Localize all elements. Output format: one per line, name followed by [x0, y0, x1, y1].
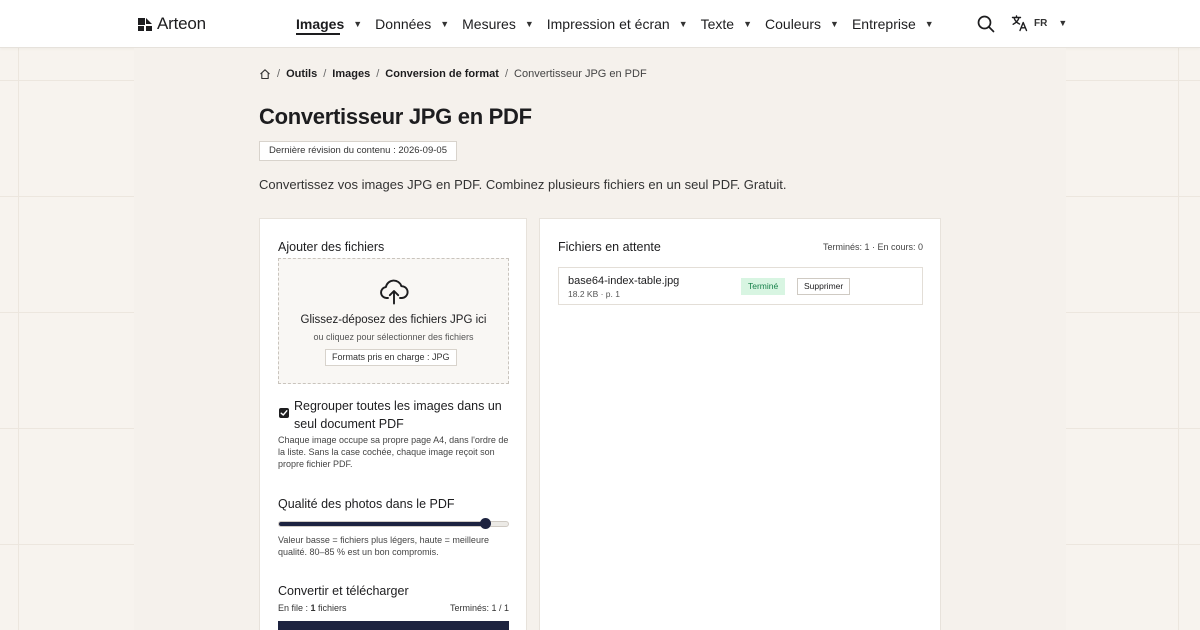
brand-logo[interactable]: Arteon — [137, 14, 206, 34]
breadcrumb-current: Convertisseur JPG en PDF — [514, 68, 647, 80]
page-intro: Convertissez vos images JPG en PDF. Comb… — [259, 177, 787, 192]
nav-label: Couleurs — [765, 16, 822, 32]
merge-pdf-help: Chaque image occupe sa propre page A4, d… — [278, 435, 509, 469]
convert-status: En file : 1 fichiers Terminés: 1 / 1 — [278, 603, 509, 613]
language-selector[interactable]: FR ▼ — [1011, 14, 1067, 32]
quality-slider-fill — [279, 522, 486, 526]
language-code: FR — [1034, 17, 1048, 29]
done-count: Terminés: 1 / 1 — [449, 603, 509, 613]
dropzone-title: Glissez-déposez des fichiers JPG ici — [300, 314, 487, 326]
nav-label: Texte — [700, 16, 735, 32]
file-meta: 18.2 KB · p. 1 — [568, 289, 620, 299]
quality-slider-thumb[interactable] — [480, 518, 492, 529]
convert-download-button[interactable] — [278, 621, 509, 630]
nav-label: Mesures — [462, 16, 516, 32]
queue-count-suffix: fichiers — [315, 603, 347, 613]
nav-item-donnees[interactable]: Données ▼ — [375, 0, 449, 48]
breadcrumb: / Outils / Images / Conversion de format… — [259, 68, 647, 80]
caret-down-icon: ▼ — [524, 19, 534, 29]
delete-file-button[interactable]: Supprimer — [797, 278, 851, 295]
dropzone-subtitle: ou cliquez pour sélectionner des fichier… — [313, 332, 474, 342]
brand-name: Arteon — [157, 14, 206, 33]
caret-down-icon: ▼ — [678, 19, 688, 29]
supported-formats-badge: Formats pris en charge : JPG — [325, 349, 457, 366]
check-icon — [280, 410, 288, 416]
nav-label: Entreprise — [851, 16, 916, 32]
upload-options-card: Ajouter des fichiers Glissez-déposez des… — [259, 218, 527, 630]
top-header: Arteon Images ▼ Données ▼ Mesures ▼ Impr… — [0, 0, 1200, 48]
nav-item-images[interactable]: Images ▼ — [296, 0, 362, 48]
breadcrumb-separator: / — [323, 68, 327, 80]
breadcrumb-separator: / — [376, 68, 380, 80]
breadcrumb-separator: / — [504, 68, 509, 80]
breadcrumb-link-outils[interactable]: Outils — [286, 68, 317, 80]
queue-title: Fichiers en attente — [558, 240, 661, 254]
add-files-title: Ajouter des fichiers — [278, 240, 385, 254]
nav-item-mesures[interactable]: Mesures ▼ — [462, 0, 534, 48]
translate-icon — [1011, 15, 1028, 32]
caret-down-icon: ▼ — [743, 19, 753, 29]
quality-slider[interactable] — [278, 518, 509, 529]
main-nav: Images ▼ Données ▼ Mesures ▼ Impression … — [296, 0, 947, 48]
page-title: Convertisseur JPG en PDF — [259, 104, 532, 129]
breadcrumb-link-conversion[interactable]: Conversion de format — [385, 68, 499, 80]
nav-item-impression[interactable]: Impression et écran ▼ — [547, 0, 688, 48]
convert-title: Convertir et télécharger — [278, 584, 409, 598]
file-dropzone[interactable]: Glissez-déposez des fichiers JPG ici ou … — [278, 258, 509, 384]
queue-count-prefix: En file : — [278, 603, 311, 613]
main-content: / Outils / Images / Conversion de format… — [134, 48, 1066, 630]
revision-badge: Dernière révision du contenu : 2026-09-0… — [259, 141, 457, 161]
file-name: base64-index-table.jpg — [568, 275, 680, 287]
caret-down-icon: ▼ — [924, 19, 934, 29]
queue-card: Fichiers en attente Terminés: 1 · En cou… — [539, 218, 941, 630]
file-row: base64-index-table.jpg 18.2 KB · p. 1 Te… — [558, 267, 923, 305]
search-icon[interactable] — [977, 15, 995, 33]
nav-label: Données — [375, 16, 432, 32]
arteon-logo-icon — [138, 18, 152, 31]
quality-title: Qualité des photos dans le PDF — [278, 497, 455, 511]
breadcrumb-link-images[interactable]: Images — [332, 68, 370, 80]
breadcrumb-separator: / — [277, 68, 281, 80]
nav-label: Images — [296, 16, 345, 32]
queue-count: En file : 1 fichiers — [278, 603, 347, 613]
caret-down-icon: ▼ — [1058, 18, 1068, 28]
merge-pdf-checkbox[interactable] — [279, 408, 289, 418]
nav-label: Impression et écran — [546, 16, 670, 32]
caret-down-icon: ▼ — [440, 19, 450, 29]
nav-item-couleurs[interactable]: Couleurs ▼ — [765, 0, 839, 48]
quality-help: Valeur basse = fichiers plus légers, hau… — [278, 535, 489, 557]
merge-pdf-label[interactable]: Regrouper toutes les images dans un seul… — [294, 397, 514, 433]
status-badge: Terminé — [741, 278, 786, 295]
upload-cloud-icon — [380, 279, 409, 305]
home-icon[interactable] — [259, 68, 271, 80]
nav-item-texte[interactable]: Texte ▼ — [701, 0, 752, 48]
nav-item-entreprise[interactable]: Entreprise ▼ — [852, 0, 934, 48]
caret-down-icon: ▼ — [353, 19, 363, 29]
caret-down-icon: ▼ — [830, 19, 839, 29]
queue-stats: Terminés: 1 · En cours: 0 — [822, 242, 923, 252]
